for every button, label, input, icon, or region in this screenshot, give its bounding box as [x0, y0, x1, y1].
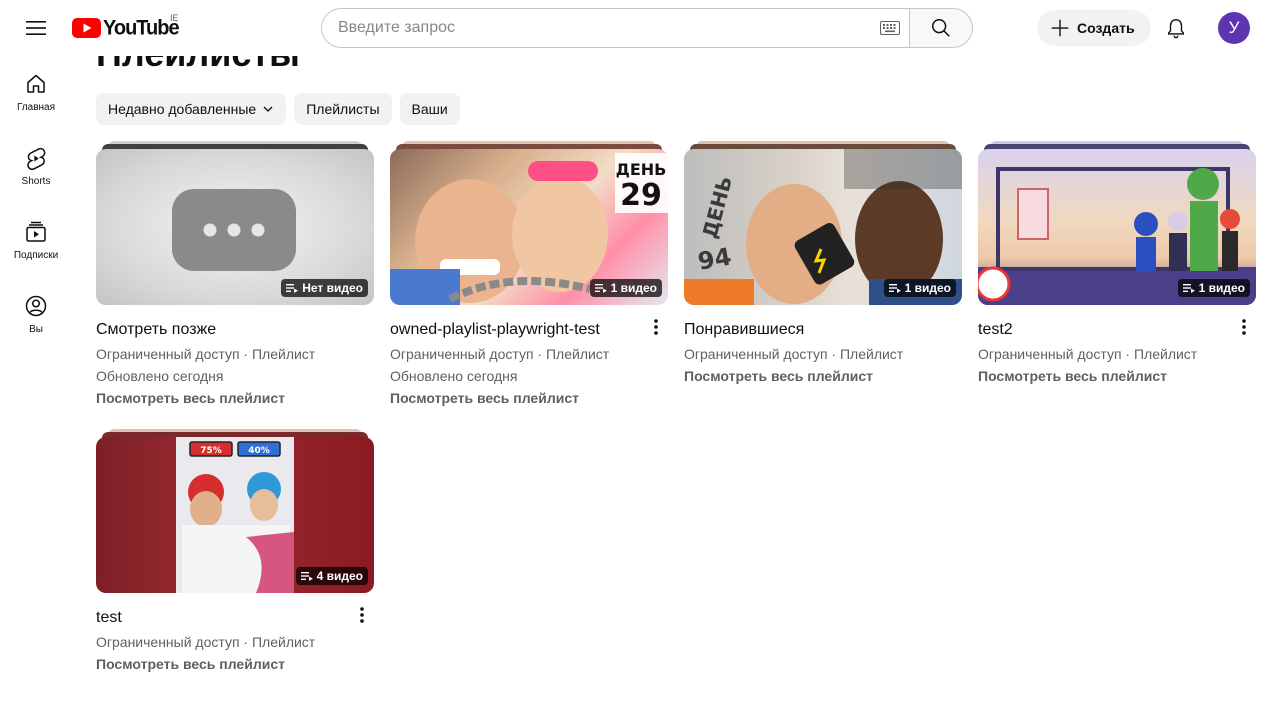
- playlist-thumbnail[interactable]: Нет видео: [96, 141, 374, 305]
- search-box: [321, 8, 910, 48]
- chip-label: Ваши: [411, 101, 448, 117]
- more-actions-button[interactable]: [350, 603, 374, 627]
- more-actions-button[interactable]: [644, 315, 668, 339]
- filter-chips: Недавно добавленные Плейлисты Ваши: [96, 93, 460, 125]
- playlist-icon: [1182, 284, 1195, 293]
- video-count-badge: 1 видео: [589, 279, 662, 297]
- badge-text: Нет видео: [302, 281, 363, 295]
- sidebar-item-label: Подписки: [13, 250, 59, 261]
- logo-text: YouTube: [103, 15, 180, 40]
- playlist-icon: [594, 284, 607, 293]
- playlist-icon: [888, 284, 901, 293]
- sidebar-item-home[interactable]: Главная: [4, 56, 68, 130]
- sidebar-item-you[interactable]: Вы: [4, 278, 68, 352]
- playlist-title[interactable]: Понравившиеся: [684, 320, 962, 340]
- playlist-access: Ограниченный доступ · Плейлист: [96, 634, 316, 650]
- bell-icon: [1167, 19, 1185, 39]
- view-playlist-link[interactable]: Посмотреть весь плейлист: [978, 365, 1256, 387]
- playlist-title[interactable]: test: [96, 608, 374, 628]
- sidebar-item-subscriptions[interactable]: Подписки: [4, 204, 68, 278]
- menu-button[interactable]: [16, 8, 56, 48]
- video-count-badge: 1 видео: [883, 279, 956, 297]
- view-playlist-link[interactable]: Посмотреть весь плейлист: [390, 387, 668, 409]
- badge-text: 4 видео: [316, 569, 363, 583]
- chip-playlists[interactable]: Плейлисты: [294, 93, 392, 125]
- sidebar: Главная Shorts Подписки Вы: [4, 56, 68, 352]
- avatar[interactable]: У: [1218, 12, 1250, 44]
- subscriptions-icon: [26, 221, 46, 242]
- you-icon: [25, 295, 47, 317]
- more-vert-icon: [654, 319, 658, 335]
- badge-text: 1 видео: [904, 281, 951, 295]
- playlist-card[interactable]: 1 видео test2 Ограниченный доступ · Плей…: [978, 141, 1256, 387]
- chevron-down-icon: [263, 106, 273, 112]
- playlist-updated: Обновлено сегодня: [96, 368, 224, 384]
- chip-label: Плейлисты: [306, 101, 380, 117]
- playlist-title[interactable]: owned-playlist-playwright-test: [390, 320, 668, 340]
- thumbnail-text-number: 29: [620, 178, 662, 213]
- playlist-updated: Обновлено сегодня: [390, 368, 518, 384]
- view-playlist-link[interactable]: Посмотреть весь плейлист: [96, 387, 374, 409]
- badge-text: 1 видео: [1198, 281, 1245, 295]
- shorts-icon: [27, 147, 46, 170]
- region-code: IE: [170, 13, 179, 23]
- playlist-icon: [300, 572, 313, 581]
- home-icon: [27, 74, 45, 93]
- masthead: YouTube IE Создать У: [0, 0, 1280, 56]
- notifications-button[interactable]: [1156, 8, 1196, 48]
- more-vert-icon: [1242, 319, 1246, 335]
- playlist-thumbnail[interactable]: ДЕНЬ 94 1 видео: [684, 141, 962, 305]
- chip-label: Недавно добавленные: [108, 101, 257, 117]
- playlist-thumbnail[interactable]: 75% 40% 4 видео: [96, 429, 374, 593]
- playlist-access: Ограниченный доступ · Плейлист: [978, 346, 1198, 362]
- playlist-title[interactable]: Смотреть позже: [96, 320, 374, 340]
- sort-chip[interactable]: Недавно добавленные: [96, 93, 287, 125]
- view-playlist-link[interactable]: Посмотреть весь плейлист: [96, 653, 374, 675]
- thumbnail-text-day: ДЕНЬ: [616, 160, 667, 179]
- playlist-thumbnail[interactable]: 1 видео: [978, 141, 1256, 305]
- playlist-card[interactable]: ДЕНЬ 29 1 видео owned-playlist-playwrigh…: [390, 141, 668, 409]
- playlist-card[interactable]: 75% 40% 4 видео test Ограниченный доступ…: [96, 429, 374, 675]
- sidebar-item-label: Главная: [16, 102, 56, 113]
- thumbnail-text-right: 40%: [248, 446, 270, 456]
- video-count-badge: Нет видео: [281, 279, 368, 297]
- playlist-access: Ограниченный доступ · Плейлист: [96, 346, 316, 362]
- sidebar-item-shorts[interactable]: Shorts: [4, 130, 68, 204]
- youtube-logo[interactable]: YouTube: [72, 15, 180, 40]
- playlist-access: Ограниченный доступ · Плейлист: [390, 346, 610, 362]
- playlist-card[interactable]: ДЕНЬ 94 1 видео Понравившиеся Ограниченн…: [684, 141, 962, 387]
- playlist-card[interactable]: Нет видео Смотреть позже Ограниченный до…: [96, 141, 374, 409]
- keyboard-icon[interactable]: [880, 21, 900, 35]
- plus-icon: [1051, 19, 1069, 37]
- search-input[interactable]: [338, 19, 858, 37]
- search-icon: [932, 19, 950, 37]
- create-label: Создать: [1077, 20, 1135, 36]
- video-count-badge: 4 видео: [295, 567, 368, 585]
- more-actions-button[interactable]: [1232, 315, 1256, 339]
- hamburger-icon: [26, 21, 46, 35]
- view-playlist-link[interactable]: Посмотреть весь плейлист: [684, 365, 962, 387]
- thumbnail-text-day: ДЕНЬ: [697, 173, 737, 241]
- sidebar-item-label: Вы: [29, 324, 43, 335]
- playlist-access: Ограниченный доступ · Плейлист: [684, 346, 904, 362]
- playlist-thumbnail[interactable]: ДЕНЬ 29 1 видео: [390, 141, 668, 305]
- search-button[interactable]: [909, 8, 973, 48]
- create-button[interactable]: Создать: [1037, 10, 1151, 46]
- video-count-badge: 1 видео: [1177, 279, 1250, 297]
- more-vert-icon: [360, 607, 364, 623]
- thumbnail-text-left: 75%: [200, 446, 222, 456]
- youtube-play-icon: [72, 18, 101, 38]
- chip-yours[interactable]: Ваши: [399, 93, 460, 125]
- thumbnail-text-number: 94: [696, 242, 734, 275]
- sidebar-item-label: Shorts: [21, 176, 51, 187]
- playlist-title[interactable]: test2: [978, 320, 1256, 340]
- badge-text: 1 видео: [610, 281, 657, 295]
- playlist-icon: [286, 284, 299, 293]
